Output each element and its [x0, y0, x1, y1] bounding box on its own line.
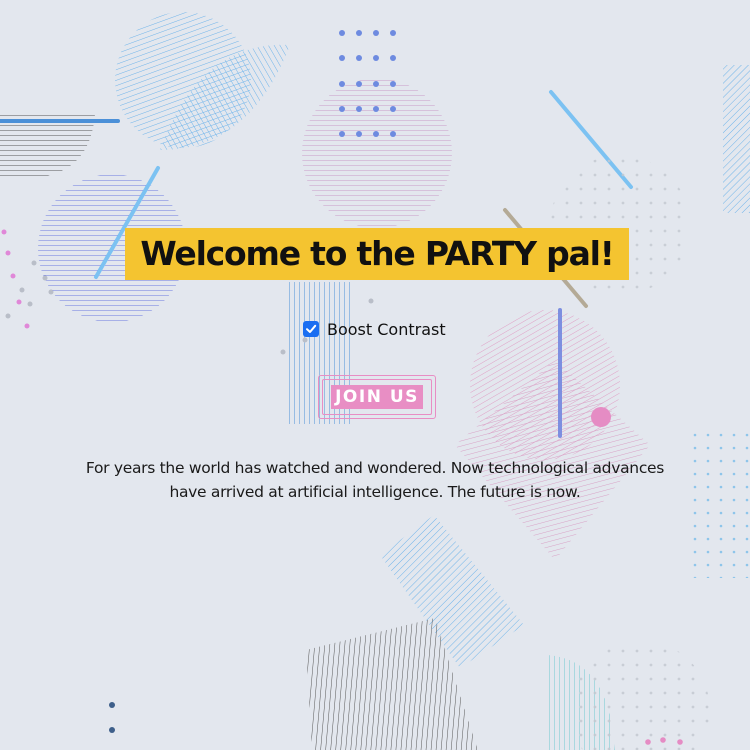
boost-contrast-checkbox[interactable] — [303, 321, 319, 337]
boost-contrast-toggle[interactable]: Boost Contrast — [303, 318, 446, 340]
join-us-button-frame: JOIN US — [322, 379, 432, 415]
landing-page: Welcome to the PARTY pal! Boost Contrast… — [0, 0, 750, 750]
boost-contrast-label: Boost Contrast — [327, 319, 446, 339]
tagline: For years the world has watched and wond… — [85, 459, 665, 501]
checkmark-icon — [306, 324, 317, 333]
page-title: Welcome to the PARTY pal! — [125, 228, 629, 280]
hero-content: Welcome to the PARTY pal! Boost Contrast… — [0, 0, 750, 750]
join-us-label: JOIN US — [331, 385, 423, 409]
join-us-button[interactable]: JOIN US — [318, 375, 436, 419]
